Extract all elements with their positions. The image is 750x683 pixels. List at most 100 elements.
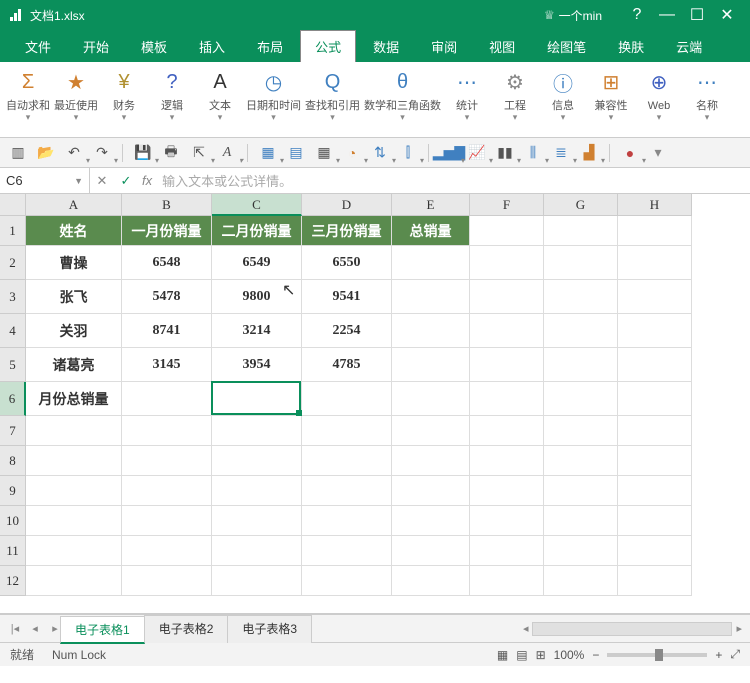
cell[interactable] (470, 280, 544, 314)
cell[interactable]: 6550 (302, 246, 392, 280)
cell[interactable] (392, 314, 470, 348)
formula-input[interactable]: 输入文本或公式详情。 (156, 171, 750, 190)
row-header-8[interactable]: 8 (0, 446, 26, 476)
cell[interactable] (392, 246, 470, 280)
cell[interactable] (544, 382, 618, 416)
export-button[interactable]: ⇱ (187, 142, 211, 164)
cell[interactable] (544, 246, 618, 280)
col-header-E[interactable]: E (392, 194, 470, 216)
cell[interactable]: 4785 (302, 348, 392, 382)
cell[interactable] (212, 536, 302, 566)
col-header-F[interactable]: F (470, 194, 544, 216)
sheet-tab-电子表格1[interactable]: 电子表格1 (60, 616, 145, 644)
cell[interactable] (618, 476, 692, 506)
column-chart-button[interactable]: ▮▮ (493, 142, 517, 164)
cell[interactable]: 6548 (122, 246, 212, 280)
cell[interactable] (392, 536, 470, 566)
view-pagebreak-button[interactable]: ⊞ (536, 648, 546, 662)
cell[interactable] (618, 216, 692, 246)
zoom-slider[interactable] (607, 653, 707, 657)
stack-chart-button[interactable]: ≣ (549, 142, 573, 164)
cell[interactable] (618, 536, 692, 566)
cell[interactable] (122, 476, 212, 506)
maximize-button[interactable]: ☐ (682, 5, 712, 25)
cell[interactable] (618, 382, 692, 416)
cell[interactable] (470, 382, 544, 416)
name-cell[interactable]: 关羽 (26, 314, 122, 348)
table-button[interactable]: ▦ (256, 142, 280, 164)
row-header-7[interactable]: 7 (0, 416, 26, 446)
cell[interactable]: 8741 (122, 314, 212, 348)
zoom-level[interactable]: 100% (554, 648, 585, 662)
style-button[interactable]: ▤ (284, 142, 308, 164)
cell[interactable]: 9800 (212, 280, 302, 314)
row-header-12[interactable]: 12 (0, 566, 26, 596)
row-header-3[interactable]: 3 (0, 280, 26, 314)
cell[interactable] (470, 506, 544, 536)
fx-icon[interactable]: fx (142, 173, 152, 188)
line-chart-button[interactable]: 📈 (465, 142, 489, 164)
name-cell[interactable]: 诸葛亮 (26, 348, 122, 382)
cell[interactable] (544, 216, 618, 246)
row-header-5[interactable]: 5 (0, 348, 26, 382)
ribbon-工程[interactable]: ⚙工程▾ (493, 66, 537, 133)
cell[interactable]: 2254 (302, 314, 392, 348)
cell[interactable] (470, 348, 544, 382)
row-header-2[interactable]: 2 (0, 246, 26, 280)
bar-chart-button[interactable]: ▂▅▇ (437, 142, 461, 164)
cell[interactable] (470, 476, 544, 506)
name-cell[interactable]: 曹操 (26, 246, 122, 280)
cell[interactable] (302, 566, 392, 596)
cell[interactable] (618, 348, 692, 382)
cell[interactable] (470, 536, 544, 566)
row-header-4[interactable]: 4 (0, 314, 26, 348)
chart1-button[interactable]: ◔ (340, 142, 364, 164)
ribbon-名称[interactable]: ⋯名称▾ (685, 66, 729, 133)
cell[interactable] (544, 566, 618, 596)
tab-prev-button[interactable]: ◂ (26, 622, 44, 635)
tab-绘图笔[interactable]: 绘图笔 (532, 30, 601, 62)
ribbon-数学和三角函数[interactable]: θ数学和三角函数▾ (364, 66, 441, 133)
minimize-button[interactable]: ― (652, 6, 682, 24)
tab-换肤[interactable]: 换肤 (603, 30, 659, 62)
tab-审阅[interactable]: 审阅 (416, 30, 472, 62)
sheet-tab-电子表格2[interactable]: 电子表格2 (144, 615, 229, 643)
close-button[interactable]: ✕ (712, 5, 742, 25)
tab-开始[interactable]: 开始 (68, 30, 124, 62)
ribbon-自动求和[interactable]: Σ自动求和▾ (6, 66, 50, 133)
group-chart-button[interactable]: ⫼ (521, 142, 545, 164)
view-layout-button[interactable]: ▤ (516, 648, 527, 662)
cell[interactable] (26, 536, 122, 566)
fullscreen-button[interactable]: ⤢ (730, 647, 740, 662)
row-header-1[interactable]: 1 (0, 216, 26, 246)
cell[interactable] (392, 416, 470, 446)
cell[interactable]: 9541 (302, 280, 392, 314)
tab-插入[interactable]: 插入 (184, 30, 240, 62)
cell[interactable] (122, 382, 212, 416)
cell[interactable] (470, 416, 544, 446)
format-button[interactable]: ▦ (312, 142, 336, 164)
cell[interactable] (392, 476, 470, 506)
header-cell[interactable]: 一月份销量 (122, 216, 212, 246)
user-name[interactable]: 一个min (559, 7, 602, 24)
cell[interactable] (26, 476, 122, 506)
cell[interactable] (470, 566, 544, 596)
view-normal-button[interactable]: ▦ (497, 648, 508, 662)
select-all-corner[interactable] (0, 194, 26, 216)
row-header-6[interactable]: 6 (0, 382, 26, 416)
cell[interactable] (212, 566, 302, 596)
cell[interactable] (122, 506, 212, 536)
cell[interactable]: 5478 (122, 280, 212, 314)
font-button[interactable]: A (215, 142, 239, 164)
cell[interactable] (122, 566, 212, 596)
col-header-A[interactable]: A (26, 194, 122, 216)
cell[interactable] (212, 382, 302, 416)
cell[interactable] (618, 566, 692, 596)
filter-button[interactable]: ⫿ (396, 142, 420, 164)
cell[interactable] (544, 476, 618, 506)
ribbon-最近使用[interactable]: ★最近使用▾ (54, 66, 98, 133)
cell[interactable] (302, 416, 392, 446)
cell[interactable] (544, 506, 618, 536)
cell[interactable] (544, 348, 618, 382)
cell[interactable] (392, 446, 470, 476)
